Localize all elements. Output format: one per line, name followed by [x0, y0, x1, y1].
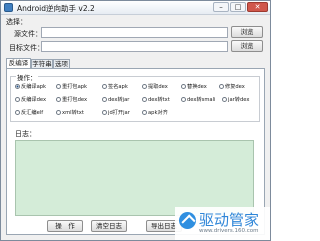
watermark-url: www.drivers.160.com	[199, 228, 259, 234]
radio-icon	[181, 84, 186, 89]
watermark: 驱动管家 www.drivers.160.com	[175, 207, 270, 240]
radio-icon	[142, 110, 147, 115]
source-file-label: 源文件：	[14, 30, 42, 38]
radio-label: 重打包apk	[62, 84, 88, 90]
radio-icon	[56, 110, 61, 115]
log-textarea[interactable]	[15, 140, 254, 216]
close-button[interactable]: ✕	[247, 2, 268, 12]
radio-label: 修复dex	[225, 84, 245, 90]
radio-disassemble-elf[interactable]: 反汇编elf	[15, 110, 43, 116]
radio-sign-apk[interactable]: 签名apk	[102, 84, 128, 90]
radio-label: 反汇编elf	[21, 110, 44, 116]
radio-repack-dex[interactable]: 重打包dex	[56, 97, 87, 103]
radio-dex-to-txt[interactable]: dex转txt	[142, 97, 170, 103]
radio-decompile-dex[interactable]: 反编译dex	[15, 97, 46, 103]
radio-xml-to-txt[interactable]: xml转txt	[56, 110, 84, 116]
radio-label: 替换dex	[187, 84, 207, 90]
radio-label: 反编译dex	[21, 97, 47, 103]
window-title: Android逆向助手 v2.2	[17, 4, 95, 13]
radio-icon	[15, 110, 20, 115]
radio-label: apk对齐	[148, 110, 168, 116]
radio-icon	[142, 97, 147, 102]
operations-group-label: 操作：	[16, 72, 38, 82]
target-file-label: 目标文件：	[9, 44, 44, 52]
radio-icon	[56, 97, 61, 102]
run-button[interactable]: 操 作	[47, 220, 83, 232]
radio-icon	[181, 97, 186, 102]
minimize-button[interactable]: –	[213, 2, 229, 12]
radio-jar-to-dex[interactable]: jar转dex	[222, 97, 249, 103]
radio-dex-to-jar[interactable]: dex转jar	[102, 97, 129, 103]
radio-apk-align[interactable]: apk对齐	[142, 110, 168, 116]
radio-extract-dex[interactable]: 提取dex	[142, 84, 168, 90]
log-label: 日志：	[15, 130, 36, 138]
radio-label: xml转txt	[62, 110, 84, 116]
drivers-logo-icon	[179, 212, 196, 229]
android-app-icon	[4, 3, 13, 12]
radio-icon	[142, 84, 147, 89]
watermark-brand: 驱动管家	[199, 211, 260, 229]
radio-label: dex转smali	[187, 97, 216, 103]
source-browse-button[interactable]: 浏览	[231, 26, 263, 38]
target-browse-button[interactable]: 浏览	[231, 40, 263, 52]
radio-label: 重打包dex	[62, 97, 88, 103]
radio-icon	[102, 97, 107, 102]
radio-icon	[219, 84, 224, 89]
app-window: Android逆向助手 v2.2 – □ ✕ 选择： 源文件： 浏览 目标文件：…	[0, 0, 271, 241]
radio-label: 提取dex	[148, 84, 168, 90]
radio-label: dex转txt	[148, 97, 170, 103]
radio-icon	[102, 110, 107, 115]
radio-checked-icon	[15, 84, 20, 89]
clear-log-button[interactable]: 清空日志	[91, 220, 127, 232]
radio-label: dex转jar	[108, 97, 130, 103]
radio-label: 签名apk	[108, 84, 128, 90]
radio-label: 反编译apk	[21, 84, 47, 90]
radio-icon	[56, 84, 61, 89]
radio-icon	[102, 84, 107, 89]
radio-decompile-apk[interactable]: 反编译apk	[15, 84, 46, 90]
radio-icon	[222, 97, 227, 102]
source-file-input[interactable]	[41, 27, 228, 38]
radio-jd-open-jar[interactable]: jd打开jar	[102, 110, 130, 116]
maximize-button[interactable]: □	[230, 2, 246, 12]
radio-label: jar转dex	[228, 97, 250, 103]
select-group-label: 选择：	[6, 18, 27, 26]
title-bar: Android逆向助手 v2.2 – □ ✕	[1, 1, 270, 15]
radio-icon	[15, 97, 20, 102]
radio-fix-dex[interactable]: 修复dex	[219, 84, 245, 90]
radio-repack-apk[interactable]: 重打包apk	[56, 84, 87, 90]
radio-replace-dex[interactable]: 替换dex	[181, 84, 207, 90]
radio-label: jd打开jar	[108, 110, 130, 116]
radio-dex-to-smali[interactable]: dex转smali	[181, 97, 215, 103]
target-file-input[interactable]	[41, 41, 228, 52]
